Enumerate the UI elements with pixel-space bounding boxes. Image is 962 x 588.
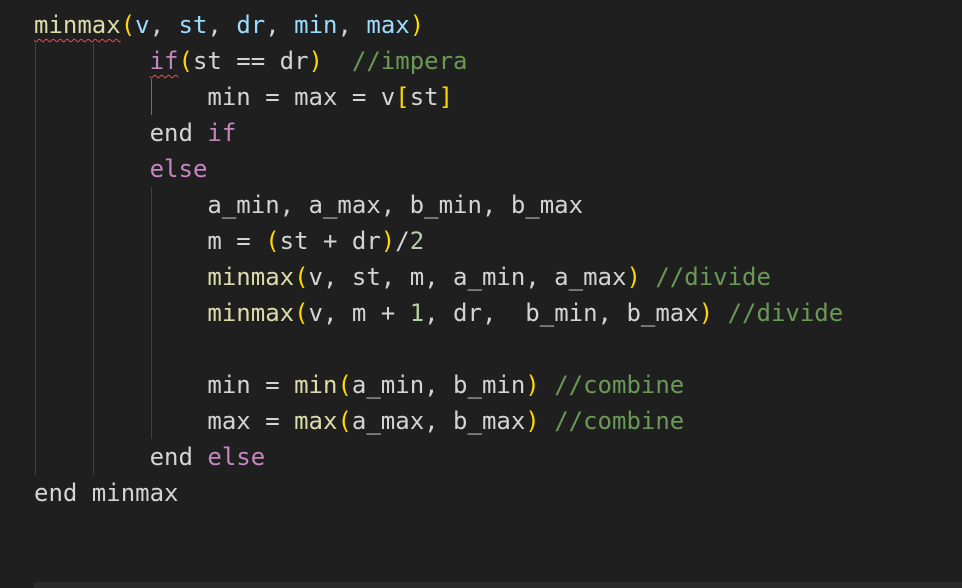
code-line[interactable]: minmax(v, st, m, a_min, a_max) //divide [34,259,771,295]
code-token: ( [178,47,193,75]
code-token: / [395,227,410,255]
code-token: v, m + [308,299,410,327]
code-token: , [207,11,237,39]
code-token: , [265,11,295,39]
horizontal-scrollbar[interactable] [34,582,962,588]
code-token: st [409,83,439,111]
code-token: else [207,443,266,471]
code-token: v [135,11,150,39]
code-token: a_min, a_max, b_min, b_max [34,191,584,219]
code-token: minmax [34,11,121,39]
code-token: //divide [655,263,771,291]
code-line[interactable]: end if [34,115,237,151]
code-token: ( [337,407,352,435]
code-token: max [366,11,410,39]
code-token: min = max = v [34,83,396,111]
code-line[interactable]: if(st == dr) //impera [34,43,468,79]
code-token: a_max, b_max [351,407,526,435]
code-token: minmax [207,263,295,291]
code-token: [ [395,83,410,111]
code-line[interactable]: a_min, a_max, b_min, b_max [34,187,583,223]
code-token: , dr, b_min, b_max [424,299,699,327]
code-token: if [149,47,179,75]
code-token: 1 [409,299,425,327]
code-token: st [178,11,208,39]
code-line[interactable]: minmax(v, st, dr, min, max) [34,7,424,43]
code-token: end [34,119,208,147]
code-token: ( [294,263,309,291]
code-token: st + dr [279,227,381,255]
code-token: , [149,11,179,39]
code-token: ) [380,227,396,255]
code-editor[interactable]: minmax(v, st, dr, min, max) if(st == dr)… [0,0,962,588]
code-token: st == dr [192,47,309,75]
code-token: else [149,155,208,183]
code-token: if [207,119,237,147]
code-token: ) [409,11,425,39]
code-line[interactable]: min = max = v[st] [34,79,453,115]
code-token: ( [294,299,309,327]
code-token: //combine [554,407,685,435]
code-token: end [34,443,208,471]
code-token: //impera [351,47,468,75]
code-token: a_min, b_min [351,371,526,399]
code-token: ) [525,371,540,399]
code-token: ( [265,227,280,255]
code-token: ] [438,83,454,111]
code-line[interactable]: end minmax [34,475,179,511]
code-token: ) [525,407,540,435]
code-token: m = [34,227,266,255]
code-token: , [337,11,367,39]
code-token: ) [626,263,641,291]
code-token: dr [236,11,266,39]
code-token: //divide [727,299,844,327]
code-token: 2 [409,227,425,255]
code-line[interactable]: end else [34,439,266,475]
code-line[interactable]: min = min(a_min, b_min) //combine [34,367,684,403]
code-token: v, st, m, a_min, a_max [308,263,627,291]
code-token: min [294,11,338,39]
code-token: max = [34,407,295,435]
code-line[interactable]: minmax(v, m + 1, dr, b_min, b_max) //div… [34,295,843,331]
code-token: //combine [554,371,685,399]
code-token: ( [120,11,136,39]
code-line[interactable]: m = (st + dr)/2 [34,223,424,259]
code-line[interactable]: else [34,151,208,187]
code-token: min [294,371,338,399]
code-token: end minmax [34,479,179,507]
code-token: ) [698,299,714,327]
code-token: ( [337,371,352,399]
code-token: ) [308,47,323,75]
code-line[interactable]: max = max(a_max, b_max) //combine [34,403,684,439]
code-token: minmax [207,299,295,327]
code-token: min = [34,371,295,399]
code-token: max [294,407,338,435]
